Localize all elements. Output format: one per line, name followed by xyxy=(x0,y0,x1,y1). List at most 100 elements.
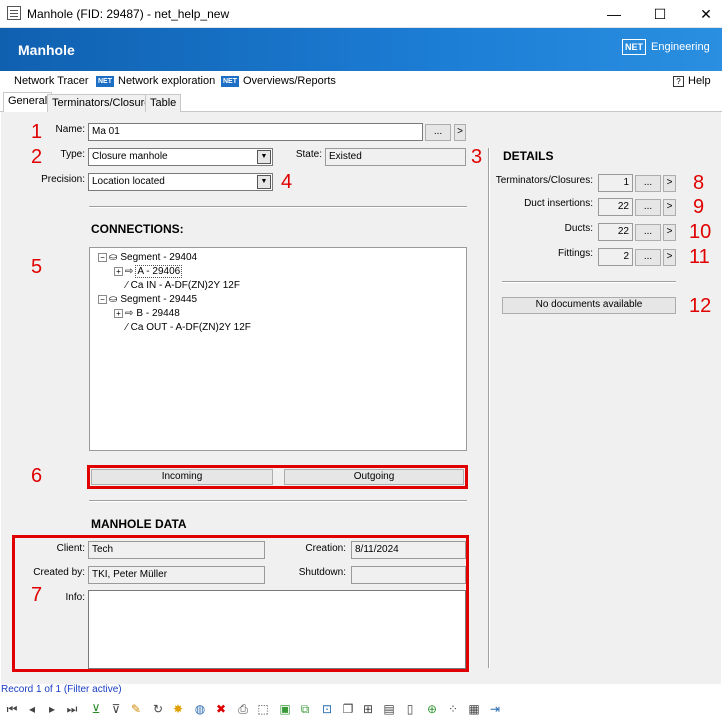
menu-network-exploration[interactable]: NET Network exploration xyxy=(96,75,215,87)
close-button[interactable]: ✕ xyxy=(683,0,722,28)
documents-button[interactable]: No documents available xyxy=(502,297,676,314)
collapse-icon[interactable]: − xyxy=(98,294,107,304)
prev-record-icon[interactable]: ◂ xyxy=(24,701,40,717)
terminators-goto-button[interactable]: > xyxy=(663,175,676,192)
add-document-icon[interactable]: ⊕ xyxy=(424,701,440,717)
net-logo-icon: NET xyxy=(622,39,646,55)
fittings-ellipsis-button[interactable]: ... xyxy=(635,249,661,266)
app-form-icon xyxy=(7,6,21,20)
tab-table[interactable]: Table xyxy=(145,94,182,112)
name-ellipsis-button[interactable]: ... xyxy=(425,124,451,141)
ducts-goto-button[interactable]: > xyxy=(663,224,676,241)
tab-terminators-closures[interactable]: Terminators/Closures xyxy=(47,94,161,112)
annotation-number: 12 xyxy=(689,295,712,317)
tree-node-cable[interactable]: ⁄ Ca IN - A-DF(ZN)2Y 12F xyxy=(126,278,240,292)
annotation-number: 9 xyxy=(693,196,705,218)
type-select[interactable]: Closure manhole ▼ xyxy=(88,148,273,166)
tree-node-closure[interactable]: + ⇨ A - 29406 xyxy=(114,264,183,278)
edit-icon[interactable]: ✎ xyxy=(128,701,144,717)
menu-label: Network Tracer xyxy=(14,75,89,87)
net-icon: NET xyxy=(221,75,239,87)
duct-insertions-goto-button[interactable]: > xyxy=(663,199,676,216)
shutdown-label: Shutdown: xyxy=(298,567,346,578)
filter-icon[interactable]: ⊽ xyxy=(108,701,124,717)
table-icon[interactable]: ▦ xyxy=(466,701,482,717)
expand-icon[interactable]: + xyxy=(114,266,123,276)
incoming-button[interactable]: Incoming xyxy=(91,469,273,485)
document-icon[interactable]: ▯ xyxy=(402,701,418,717)
tab-general[interactable]: General xyxy=(3,92,53,113)
precision-value: Location located xyxy=(92,176,165,187)
record-status: Record 1 of 1 (Filter active) xyxy=(1,684,122,695)
first-record-icon[interactable]: ⏮ xyxy=(4,701,20,717)
annotation-number: 10 xyxy=(689,221,712,243)
fittings-count: 2 xyxy=(598,248,633,266)
fittings-goto-button[interactable]: > xyxy=(663,249,676,266)
name-goto-button[interactable]: > xyxy=(454,124,466,141)
menu-label: Network exploration xyxy=(118,75,216,87)
layers-icon[interactable]: ⧉ xyxy=(297,701,313,717)
arrow-right-icon: ⇨ xyxy=(125,307,134,319)
delete-icon[interactable]: ✖ xyxy=(213,701,229,717)
copy-icon[interactable]: ❐ xyxy=(340,701,356,717)
info-textarea[interactable] xyxy=(88,590,466,669)
segment-icon: ⛀ xyxy=(109,251,118,263)
tree-node-closure[interactable]: + ⇨ B - 29448 xyxy=(114,306,180,320)
name-input[interactable]: Ma 01 xyxy=(88,123,423,141)
add-filter-icon[interactable]: ⊻ xyxy=(88,701,104,717)
segment-icon: ⛀ xyxy=(109,293,118,305)
next-record-icon[interactable]: ▸ xyxy=(44,701,60,717)
ducts-count: 22 xyxy=(598,223,633,241)
menu-label: Help xyxy=(688,75,711,87)
terminators-closures-label: Terminators/Closures: xyxy=(495,175,593,186)
terminators-ellipsis-button[interactable]: ... xyxy=(635,175,661,192)
collapse-icon[interactable]: − xyxy=(98,252,107,262)
outgoing-button[interactable]: Outgoing xyxy=(284,469,464,485)
print-icon[interactable]: ⎙ xyxy=(235,701,251,717)
layer-icon[interactable]: ▣ xyxy=(277,701,293,717)
menu-help[interactable]: ? Help xyxy=(673,75,711,87)
precision-select[interactable]: Location located ▼ xyxy=(88,173,273,191)
last-record-icon[interactable]: ⏭ xyxy=(64,701,80,717)
type-label: Type: xyxy=(60,149,85,160)
tree-node-cable[interactable]: ⁄ Ca OUT - A-DF(ZN)2Y 12F xyxy=(126,320,251,334)
minimize-button[interactable]: — xyxy=(591,0,637,28)
expand-icon[interactable]: + xyxy=(114,308,123,318)
tree-node-segment[interactable]: − ⛀ Segment - 29445 xyxy=(98,292,197,306)
connections-tree[interactable]: − ⛀ Segment - 29404 + ⇨ A - 29406 ⁄ Ca I… xyxy=(89,247,467,451)
menu-network-tracer[interactable]: Network Tracer xyxy=(14,75,89,87)
title-bar: Manhole (FID: 29487) - net_help_new — ☐ … xyxy=(0,0,722,28)
chevron-down-icon[interactable]: ▼ xyxy=(257,150,271,164)
zoom-icon[interactable]: ⊡ xyxy=(319,701,335,717)
brand-text: Engineering xyxy=(651,41,710,53)
ducts-ellipsis-button[interactable]: ... xyxy=(635,224,661,241)
tree-node-segment[interactable]: − ⛀ Segment - 29404 xyxy=(98,250,197,264)
duct-insertions-ellipsis-button[interactable]: ... xyxy=(635,199,661,216)
created-by-label: Created by: xyxy=(33,567,85,578)
arrow-right-icon: ⇨ xyxy=(125,265,134,277)
menu-overviews-reports[interactable]: NET Overviews/Reports xyxy=(221,75,336,87)
state-label: State: xyxy=(295,149,322,160)
header-banner: Manhole NET Engineering xyxy=(0,28,722,71)
help-icon: ? xyxy=(673,75,684,87)
select-icon[interactable]: ⬚ xyxy=(255,701,271,717)
tree-node-label: A - 29406 xyxy=(135,264,183,278)
highlight-icon[interactable]: ✸ xyxy=(170,701,186,717)
duct-insertions-label: Duct insertions: xyxy=(524,198,593,209)
manhole-data-title: MANHOLE DATA xyxy=(91,517,187,531)
maximize-button[interactable]: ☐ xyxy=(637,0,683,28)
chevron-down-icon[interactable]: ▼ xyxy=(257,175,271,189)
report-icon[interactable]: ▤ xyxy=(381,701,397,717)
export-icon[interactable]: ⇥ xyxy=(487,701,503,717)
network-icon[interactable]: ⁘ xyxy=(445,701,461,717)
globe-icon[interactable]: ◍ xyxy=(192,701,208,717)
net-icon: NET xyxy=(96,75,114,87)
creation-field: 8/11/2024 xyxy=(351,541,466,559)
state-field: Existed xyxy=(325,148,466,166)
divider xyxy=(89,206,467,208)
divider xyxy=(502,281,676,283)
new-icon[interactable]: ⊞ xyxy=(360,701,376,717)
created-by-field: TKI, Peter Müller xyxy=(88,566,265,584)
refresh-icon[interactable]: ↻ xyxy=(150,701,166,717)
annotation-number: 8 xyxy=(693,172,705,194)
